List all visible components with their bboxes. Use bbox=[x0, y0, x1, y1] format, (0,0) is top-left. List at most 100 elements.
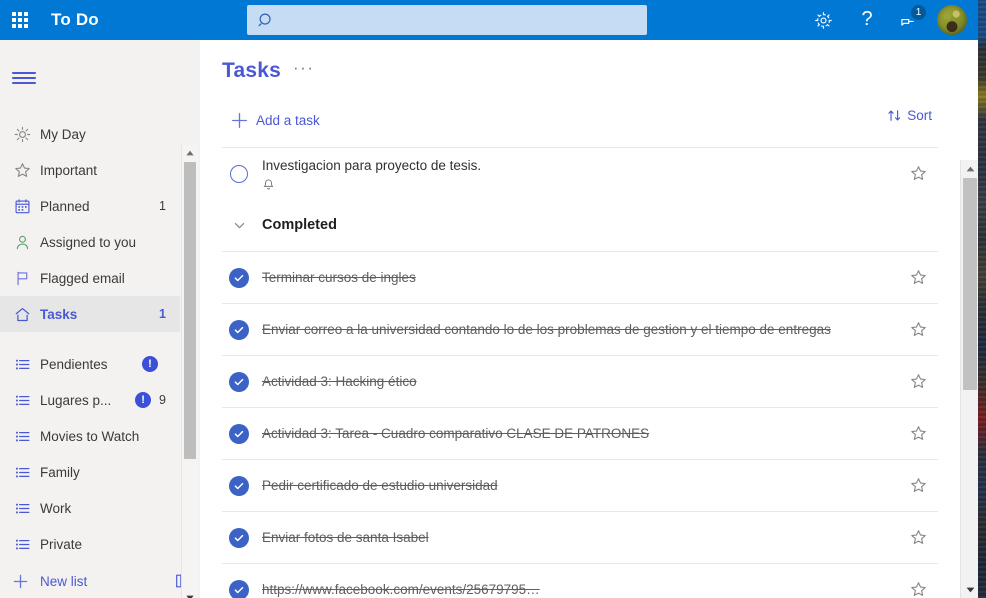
sidebar-scroll-area: My Day Important Planned 1 Assigned to y… bbox=[0, 116, 180, 598]
completed-label: Completed bbox=[262, 217, 337, 233]
sort-icon bbox=[888, 110, 901, 121]
task-checkbox[interactable] bbox=[222, 475, 256, 496]
sidebar-item-flagged-email[interactable]: Flagged email bbox=[0, 260, 180, 296]
task-row[interactable]: https://www.facebook.com/events/25679795… bbox=[222, 563, 938, 598]
main-scrollbar[interactable] bbox=[960, 160, 979, 598]
sidebar-item-lugares[interactable]: Lugares p... ! 9 bbox=[0, 382, 180, 418]
settings-icon[interactable] bbox=[801, 0, 845, 40]
task-title: Pedir certificado de estudio universidad bbox=[262, 477, 498, 493]
list-icon bbox=[14, 392, 40, 409]
task-star-toggle[interactable] bbox=[898, 165, 938, 182]
sidebar-scrollbar[interactable] bbox=[181, 145, 198, 598]
plus-icon bbox=[0, 573, 40, 590]
search-input[interactable] bbox=[275, 6, 647, 34]
alert-badge: ! bbox=[135, 392, 152, 408]
avatar[interactable] bbox=[937, 5, 967, 35]
sidebar-item-important[interactable]: Important bbox=[0, 152, 180, 188]
help-glyph: ? bbox=[861, 8, 873, 30]
star-icon bbox=[910, 166, 926, 180]
flag-icon bbox=[14, 270, 40, 287]
star-icon bbox=[910, 530, 926, 544]
checked-circle-icon bbox=[229, 267, 249, 288]
sidebar-item-label: Assigned to you bbox=[40, 234, 137, 250]
task-star-toggle[interactable] bbox=[898, 581, 938, 598]
add-task-button[interactable]: Add a task bbox=[222, 104, 938, 136]
task-row[interactable]: Pedir certificado de estudio universidad bbox=[222, 459, 938, 511]
sidebar-item-my-day[interactable]: My Day bbox=[0, 116, 180, 152]
checked-circle-icon bbox=[229, 527, 249, 548]
task-metadata bbox=[262, 178, 898, 191]
sidebar-item-work[interactable]: Work bbox=[0, 490, 180, 526]
search-icon bbox=[258, 12, 275, 29]
task-title: Enviar fotos de santa Isabel bbox=[262, 529, 429, 545]
task-star-toggle[interactable] bbox=[898, 425, 938, 442]
task-checkbox[interactable] bbox=[222, 319, 256, 340]
task-checkbox[interactable] bbox=[222, 267, 256, 288]
task-checkbox[interactable] bbox=[222, 164, 256, 183]
task-row[interactable]: Actividad 3: Tarea - Cuadro comparativo … bbox=[222, 407, 938, 459]
feedback-badge: 1 bbox=[910, 4, 927, 21]
task-star-toggle[interactable] bbox=[898, 321, 938, 338]
task-row[interactable]: Enviar fotos de santa Isabel bbox=[222, 511, 938, 563]
task-row[interactable]: Actividad 3: Hacking ético bbox=[222, 355, 938, 407]
task-body: Enviar fotos de santa Isabel bbox=[256, 521, 898, 555]
sidebar-item-assigned-to-you[interactable]: Assigned to you bbox=[0, 224, 180, 260]
task-star-toggle[interactable] bbox=[898, 477, 938, 494]
sidebar-item-count: 9 bbox=[159, 393, 166, 407]
pane-edge-filler bbox=[960, 40, 978, 160]
task-star-toggle[interactable] bbox=[898, 529, 938, 546]
task-title: Actividad 3: Hacking ético bbox=[262, 373, 417, 389]
task-body: Enviar correo a la universidad contando … bbox=[256, 313, 898, 347]
task-checkbox[interactable] bbox=[222, 579, 256, 598]
sort-button[interactable]: Sort bbox=[887, 108, 932, 123]
task-checkbox[interactable] bbox=[222, 423, 256, 444]
sidebar-item-private[interactable]: Private bbox=[0, 526, 180, 562]
task-checkbox[interactable] bbox=[222, 371, 256, 392]
help-icon[interactable]: ? bbox=[845, 0, 889, 41]
scroll-up-arrow-icon[interactable] bbox=[182, 145, 198, 161]
star-icon bbox=[910, 270, 926, 284]
feedback-icon[interactable]: 1 bbox=[889, 0, 933, 40]
search-box[interactable] bbox=[247, 5, 647, 35]
app-launcher-icon[interactable] bbox=[0, 0, 40, 40]
scroll-down-arrow-icon[interactable] bbox=[182, 590, 198, 598]
task-title: Terminar cursos de ingles bbox=[262, 269, 416, 285]
todo-app-window: To Do ? 1 My Day Important Planned 1 Ass… bbox=[0, 0, 986, 598]
sidebar-scrollbar-thumb[interactable] bbox=[184, 162, 196, 459]
sidebar-item-label: Important bbox=[40, 162, 98, 178]
smart-lists-group: My Day Important Planned 1 Assigned to y… bbox=[0, 116, 180, 346]
person-icon bbox=[14, 234, 40, 251]
sidebar-item-label: Family bbox=[40, 464, 80, 480]
task-row[interactable]: Enviar correo a la universidad contando … bbox=[222, 303, 938, 355]
task-title: Investigacion para proyecto de tesis. bbox=[262, 157, 482, 173]
page-title: Tasks bbox=[222, 59, 281, 82]
sidebar-item-label: Flagged email bbox=[40, 270, 125, 286]
task-checkbox[interactable] bbox=[222, 527, 256, 548]
sidebar-item-label: Private bbox=[40, 536, 83, 552]
sidebar-item-family[interactable]: Family bbox=[0, 454, 180, 490]
sidebar-item-count: 1 bbox=[159, 307, 166, 321]
sidebar-item-pendientes[interactable]: Pendientes ! bbox=[0, 346, 180, 382]
menu-icon[interactable] bbox=[0, 56, 48, 100]
chevron-down-icon bbox=[222, 219, 256, 232]
task-row[interactable]: Terminar cursos de ingles bbox=[222, 251, 938, 303]
task-star-toggle[interactable] bbox=[898, 373, 938, 390]
list-options-icon[interactable]: ··· bbox=[293, 59, 314, 79]
new-list-button[interactable]: New list bbox=[0, 563, 200, 598]
sidebar-item-movies-to-watch[interactable]: Movies to Watch bbox=[0, 418, 180, 454]
list-icon bbox=[14, 428, 40, 445]
task-row[interactable]: Investigacion para proyecto de tesis. bbox=[222, 147, 938, 199]
sidebar: My Day Important Planned 1 Assigned to y… bbox=[0, 40, 200, 598]
task-star-toggle[interactable] bbox=[898, 269, 938, 286]
scroll-down-arrow-icon[interactable] bbox=[961, 581, 979, 598]
list-icon bbox=[14, 464, 40, 481]
star-icon bbox=[910, 582, 926, 596]
sidebar-item-tasks[interactable]: Tasks 1 bbox=[0, 296, 180, 332]
main-scrollbar-thumb[interactable] bbox=[963, 178, 977, 390]
task-title-link[interactable]: https://www.facebook.com/events/25679795… bbox=[262, 582, 540, 597]
completed-section-toggle[interactable]: Completed bbox=[222, 199, 938, 251]
scroll-up-arrow-icon[interactable] bbox=[961, 160, 979, 177]
sidebar-item-planned[interactable]: Planned 1 bbox=[0, 188, 180, 224]
star-icon bbox=[910, 426, 926, 440]
sidebar-divider bbox=[0, 332, 180, 346]
